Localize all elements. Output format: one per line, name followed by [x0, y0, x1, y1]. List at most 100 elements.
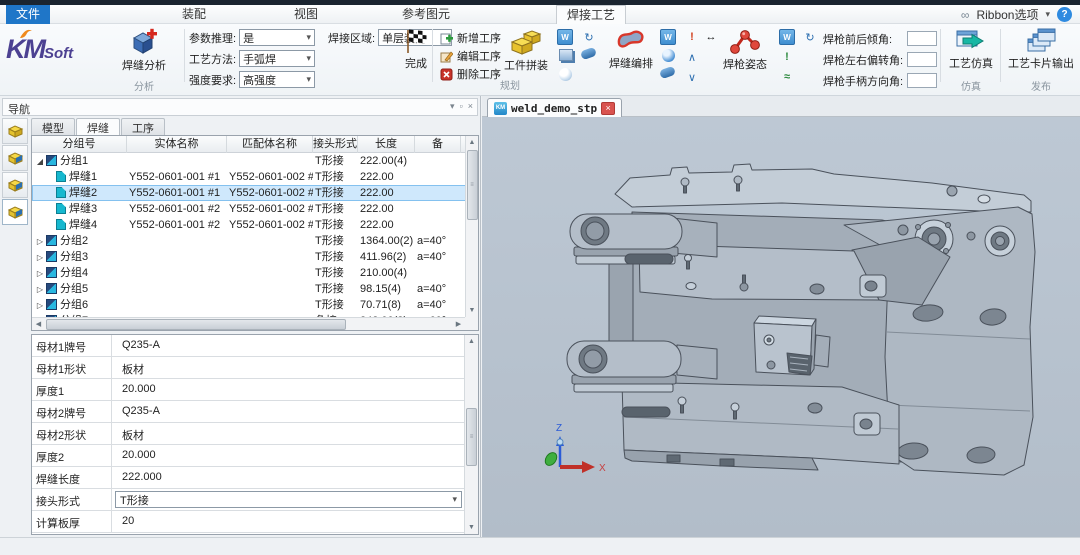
group-row[interactable]: ▷分组4T形接210.00(4)	[32, 265, 467, 281]
scroll-thumb[interactable]	[46, 319, 346, 330]
refresh-icon[interactable]: ↻	[581, 29, 597, 45]
weld-analysis-button[interactable]: 焊缝分析	[118, 25, 170, 76]
refresh-icon[interactable]: ↻	[802, 29, 818, 45]
torch-yaw-input[interactable]	[907, 52, 937, 67]
scroll-right-icon[interactable]: ▶	[452, 318, 465, 331]
table-horizontal-scrollbar[interactable]: ◀ ▶	[32, 317, 465, 330]
table-vertical-scrollbar[interactable]: ▲ ≡ ▼	[465, 136, 478, 317]
model-tool-button[interactable]	[2, 118, 28, 144]
group-row[interactable]: ▷分组5T形接98.15(4)a=40°	[32, 281, 467, 297]
column-header[interactable]: 实体名称	[127, 136, 227, 153]
form-value[interactable]: 板材	[122, 364, 144, 376]
expand-icon[interactable]: ▷	[34, 250, 46, 265]
assembly-tool-button[interactable]	[2, 145, 28, 171]
panel-close-icon[interactable]: ×	[468, 101, 473, 112]
scroll-left-icon[interactable]: ◀	[32, 318, 45, 331]
torch-handle-label: 焊枪手柄方向角:	[823, 73, 903, 89]
sphere-icon[interactable]	[559, 68, 572, 81]
form-value[interactable]: 板材	[122, 430, 144, 442]
weld-arrange-button[interactable]: 焊缝编排	[605, 25, 657, 74]
form-value-cell: Q235-A	[112, 335, 478, 356]
strength-req-select[interactable]: 高强度 ▾	[239, 71, 315, 88]
capsule-icon[interactable]	[659, 66, 676, 80]
close-icon[interactable]: ×	[601, 102, 615, 115]
process-card-output-button[interactable]: 工艺卡片输出	[1004, 25, 1078, 74]
assembly-tool-button-active[interactable]	[2, 199, 28, 225]
menu-tab-file[interactable]: 文件	[6, 5, 50, 24]
chevron-down-icon[interactable]: ∨	[684, 69, 700, 85]
group-row[interactable]: ◢分组1T形接222.00(4)	[32, 153, 467, 169]
torch-pose-button[interactable]: 焊枪姿态	[719, 25, 771, 75]
expand-icon[interactable]: ▷	[34, 298, 46, 313]
menu-tab-assembly[interactable]: 装配	[172, 5, 216, 24]
form-value[interactable]: 20.000	[122, 383, 156, 395]
viewport-3d[interactable]: Z X	[482, 117, 1080, 537]
scroll-up-icon[interactable]: ▲	[465, 335, 478, 348]
path-wave-icon[interactable]: ≈	[779, 69, 795, 85]
weld-row[interactable]: 焊缝1Y552-0601-001 #1Y552-0601-002 #1T形接22…	[32, 169, 467, 185]
column-header[interactable]: 匹配体名称	[227, 136, 313, 153]
tab-weld[interactable]: 焊缝	[76, 118, 120, 135]
column-header[interactable]: 接头形式	[313, 136, 358, 153]
scroll-up-icon[interactable]: ▲	[466, 136, 478, 149]
torch-handle-input[interactable]	[907, 73, 937, 88]
expand-icon[interactable]: ▷	[34, 266, 46, 281]
cad-model[interactable]: Z X	[482, 117, 1080, 534]
form-value[interactable]: Q235-A	[122, 405, 160, 417]
assemble-parts-button[interactable]: 工件拼装	[500, 25, 552, 76]
weld-flag-icon[interactable]: W	[557, 29, 573, 45]
sphere-icon[interactable]	[662, 49, 675, 62]
scroll-down-icon[interactable]: ▼	[465, 521, 478, 534]
group-row[interactable]: ▷分组6T形接70.71(8)a=40°	[32, 297, 467, 313]
scroll-thumb[interactable]: ≡	[467, 150, 478, 220]
param-infer-select[interactable]: 是 ▾	[239, 29, 315, 46]
edit-operation-button[interactable]: 编辑工序	[438, 47, 503, 65]
group-row[interactable]: ▷分组2T形接1364.00(2)a=40°	[32, 233, 467, 249]
menu-tab-weld-process[interactable]: 焊接工艺	[556, 5, 626, 24]
layers-icon[interactable]	[559, 49, 573, 61]
form-value[interactable]: 20.000	[122, 449, 156, 461]
joint-type-cell: T形接	[313, 281, 358, 297]
scroll-down-icon[interactable]: ▼	[466, 304, 478, 317]
column-header[interactable]: 长度	[358, 136, 415, 153]
help-icon[interactable]: ?	[1057, 7, 1072, 22]
chevron-up-icon[interactable]: ∧	[684, 49, 700, 65]
form-value[interactable]: 222.000	[122, 471, 162, 483]
ribbon-options-button[interactable]: Ribbon选项	[976, 6, 1038, 23]
weld-row[interactable]: 焊缝2Y552-0601-001 #1Y552-0601-002 #2T形接22…	[32, 185, 467, 201]
collapse-icon[interactable]: ◢	[34, 154, 46, 169]
weld-flag-icon[interactable]: W	[779, 29, 795, 45]
document-tab[interactable]: KM weld_demo_stp ×	[487, 98, 622, 117]
ribbon-collapse-icon[interactable]: ∞	[961, 8, 970, 22]
form-value[interactable]: 20	[122, 515, 134, 527]
expand-icon[interactable]: ▷	[34, 234, 46, 249]
form-value[interactable]: Q235-A	[122, 339, 160, 351]
process-simulation-button[interactable]: 工艺仿真	[945, 25, 997, 74]
finish-button[interactable]: 完成	[400, 25, 432, 74]
exclaim-icon[interactable]: !	[684, 29, 700, 45]
panel-menu-icon[interactable]: ▾	[450, 101, 455, 112]
form-vertical-scrollbar[interactable]: ▲ ≡ ▼	[464, 335, 478, 534]
form-row: 母材1形状板材	[32, 357, 478, 379]
joint-type-select[interactable]: T形接▾	[115, 491, 462, 508]
target-icon[interactable]: !	[779, 49, 795, 65]
group-row[interactable]: ▷分组3T形接411.96(2)a=40°	[32, 249, 467, 265]
process-method-select[interactable]: 手弧焊 ▾	[239, 50, 315, 67]
add-operation-button[interactable]: 新增工序	[438, 29, 503, 47]
column-header[interactable]: 备	[415, 136, 461, 153]
length-cell: 70.71(8)	[358, 297, 415, 313]
tab-operation[interactable]: 工序	[121, 118, 165, 135]
panel-float-icon[interactable]: ▫	[460, 101, 463, 112]
menu-tab-reference[interactable]: 参考图元	[392, 5, 460, 24]
weld-row[interactable]: 焊缝4Y552-0601-001 #2Y552-0601-002 #2T形接22…	[32, 217, 467, 233]
tab-model[interactable]: 模型	[31, 118, 75, 135]
menu-tab-view[interactable]: 视图	[284, 5, 328, 24]
torch-pitch-input[interactable]	[907, 31, 937, 46]
assembly-tool-button[interactable]	[2, 172, 28, 198]
expand-icon[interactable]: ▷	[34, 282, 46, 297]
column-header[interactable]: 分组号	[32, 136, 127, 153]
scroll-thumb[interactable]: ≡	[466, 408, 477, 466]
capsule-icon[interactable]	[580, 47, 597, 61]
weld-flag-icon[interactable]: W	[660, 29, 676, 45]
weld-row[interactable]: 焊缝3Y552-0601-001 #2Y552-0601-002 #1T形接22…	[32, 201, 467, 217]
